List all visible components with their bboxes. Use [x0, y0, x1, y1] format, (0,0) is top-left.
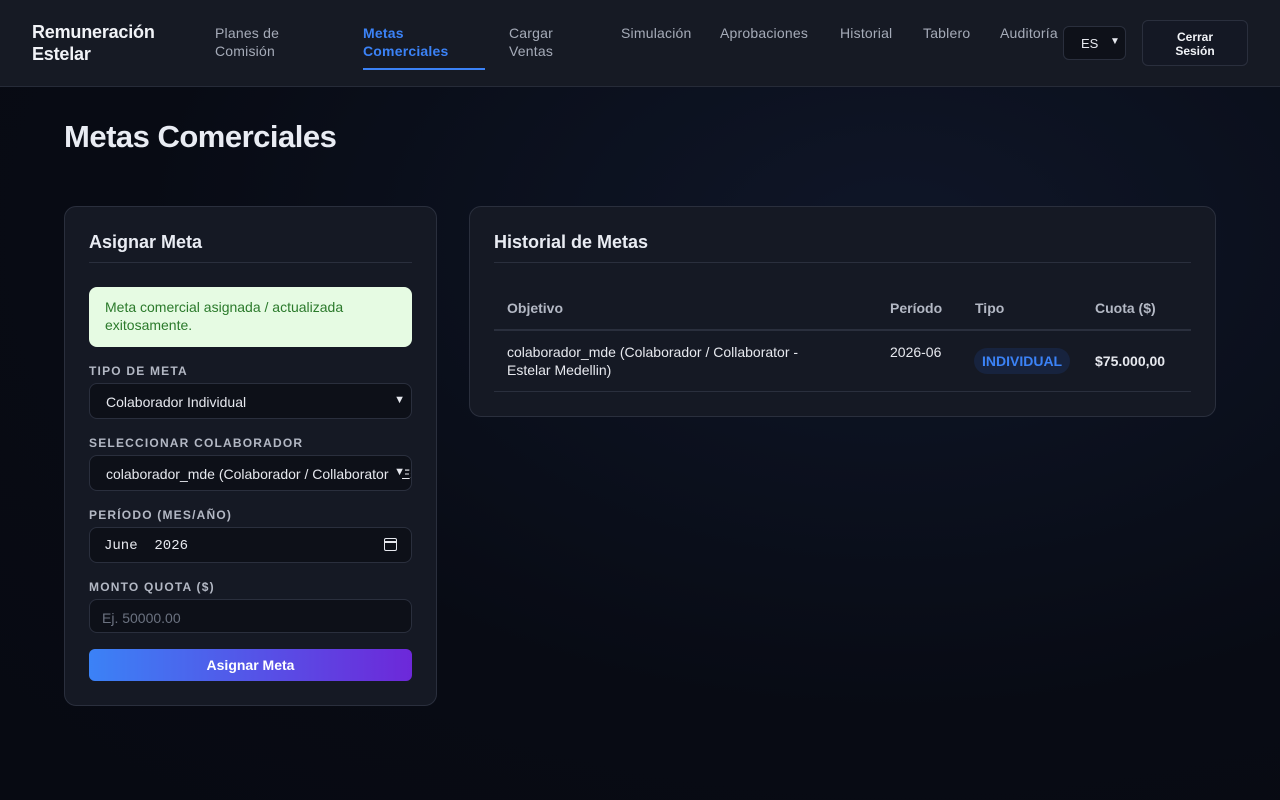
goal-history-card: Historial de Metas Objetivo Período Tipo…: [469, 206, 1216, 417]
goal-type-value: Colaborador Individual: [106, 394, 247, 410]
column-header-objective: Objetivo: [507, 300, 564, 316]
quota-label: MONTO QUOTA ($): [89, 580, 215, 594]
period-input[interactable]: June 2026: [89, 527, 412, 563]
assign-goal-button[interactable]: Asignar Meta: [89, 649, 412, 681]
card-divider: [89, 262, 412, 263]
nav-item-commission-plans[interactable]: Planes de Comisión: [215, 24, 325, 60]
nav-item-simulation[interactable]: Simulación: [621, 24, 691, 42]
nav-item-dashboard[interactable]: Tablero: [923, 24, 970, 42]
goal-type-label: TIPO DE META: [89, 364, 188, 378]
table-header-divider: [494, 329, 1191, 331]
language-value: ES: [1081, 36, 1099, 51]
goal-type-select[interactable]: Colaborador Individual ▼: [89, 383, 412, 419]
column-header-period: Período: [890, 300, 943, 316]
chevron-down-icon: ▼: [390, 466, 405, 478]
period-label: PERÍODO (MES/AÑO): [89, 508, 233, 522]
row-period: 2026-06: [890, 344, 942, 360]
period-value: June 2026: [104, 538, 189, 554]
logout-button[interactable]: Cerrar Sesión: [1142, 20, 1248, 66]
column-header-quota: Cuota ($): [1095, 300, 1156, 316]
nav-item-commercial-goals[interactable]: Metas Comerciales: [363, 24, 485, 60]
column-header-type: Tipo: [975, 300, 1005, 316]
card-divider: [494, 262, 1191, 263]
language-select[interactable]: ES ▼: [1063, 26, 1126, 60]
quota-placeholder: Ej. 50000.00: [102, 610, 181, 626]
nav-item-audit[interactable]: Auditoría: [1000, 24, 1058, 42]
chevron-down-icon: ▼: [1110, 36, 1120, 47]
quota-input[interactable]: Ej. 50000.00: [89, 599, 412, 633]
table-row-divider: [494, 391, 1191, 392]
collaborator-select[interactable]: colaborador_mde (Colaborador / Collabora…: [89, 455, 412, 491]
assign-goal-card: Asignar Meta Meta comercial asignada / a…: [64, 206, 437, 706]
app-brand[interactable]: Remuneración Estelar: [32, 21, 182, 65]
nav-item-approvals[interactable]: Aprobaciones: [720, 24, 808, 42]
success-alert: Meta comercial asignada / actualizada ex…: [89, 287, 412, 347]
nav-item-upload-sales[interactable]: Cargar Ventas: [509, 24, 599, 60]
row-objective: colaborador_mde (Colaborador / Collabora…: [507, 344, 799, 378]
logout-label: Cerrar Sesión: [1175, 30, 1215, 58]
page-title: Metas Comerciales: [64, 119, 337, 154]
collaborator-label: SELECCIONAR COLABORADOR: [89, 436, 304, 450]
active-nav-indicator: [363, 68, 485, 70]
nav-item-history[interactable]: Historial: [840, 24, 892, 42]
goal-history-title: Historial de Metas: [494, 232, 649, 252]
assign-goal-title: Asignar Meta: [89, 232, 203, 252]
row-quota: $75.000,00: [1095, 353, 1166, 369]
type-badge: INDIVIDUAL: [974, 348, 1071, 374]
calendar-icon[interactable]: [384, 538, 397, 551]
chevron-down-icon: ▼: [390, 394, 405, 406]
collaborator-value: colaborador_mde (Colaborador / Collabora…: [106, 466, 411, 482]
top-navigation-bar: Remuneración Estelar Planes de Comisión …: [0, 0, 1280, 87]
